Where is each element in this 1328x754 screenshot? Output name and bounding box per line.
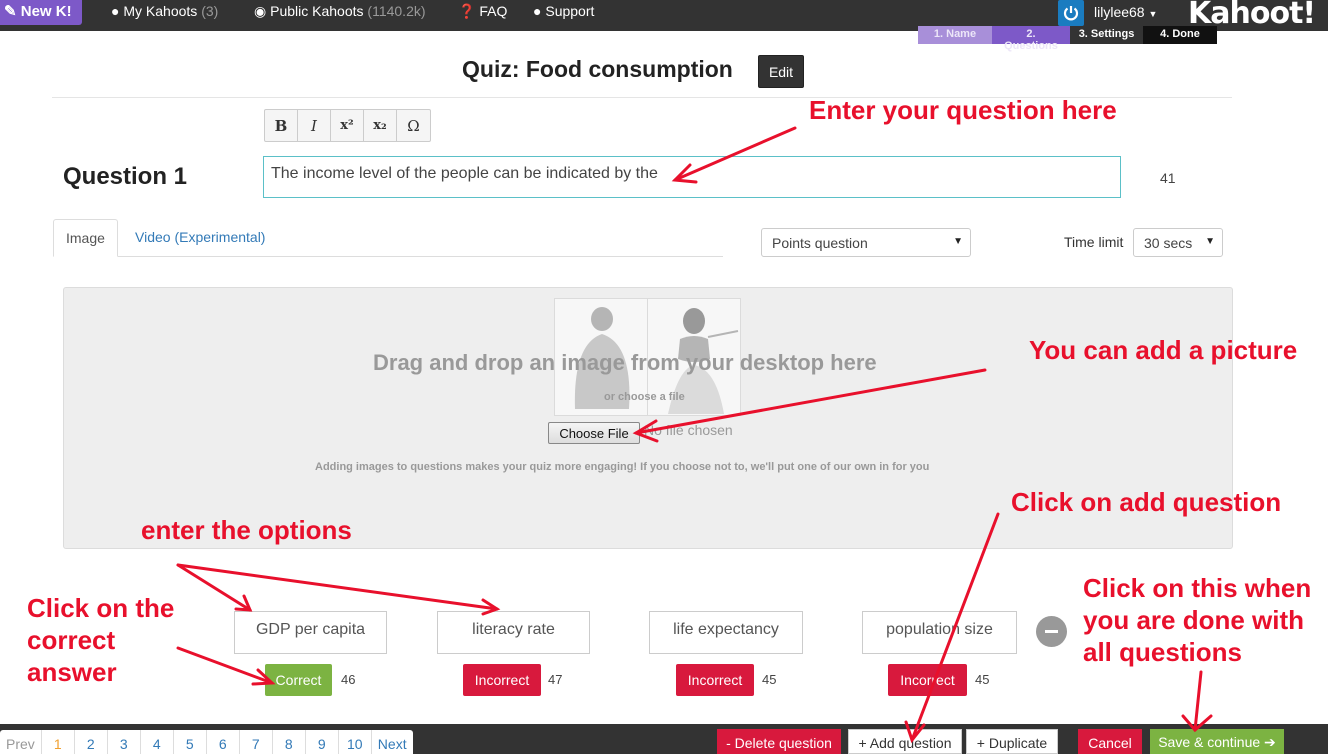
pager-page-3[interactable]: 3: [108, 730, 141, 754]
time-limit-select[interactable]: 30 secs ▼: [1133, 228, 1223, 257]
pager-page-7[interactable]: 7: [240, 730, 273, 754]
power-icon: [1063, 6, 1079, 21]
correct-toggle-1[interactable]: Correct: [265, 664, 332, 696]
annotation-add-question: Click on add question: [1011, 487, 1282, 517]
bold-button[interactable]: B: [265, 110, 298, 141]
minus-icon: [1045, 630, 1058, 633]
nav-my-kahoots-label: My Kahoots: [123, 3, 198, 19]
globe-icon: ◉: [254, 3, 267, 19]
user-icon: ●: [111, 3, 120, 19]
nav-public-kahoots-label: Public Kahoots: [270, 3, 364, 19]
pager-page-9[interactable]: 9: [306, 730, 339, 754]
pager-prev[interactable]: Prev: [0, 730, 42, 754]
pager-page-8[interactable]: 8: [273, 730, 306, 754]
nav-public-kahoots[interactable]: ◉ Public Kahoots (1140.2k): [254, 3, 426, 20]
nav-support[interactable]: ● Support: [533, 3, 594, 19]
annotation-done-line-1: Click on this when: [1083, 573, 1312, 603]
correct-toggle-4[interactable]: Incorrect: [888, 664, 967, 696]
answer-input-3[interactable]: life expectancy: [649, 611, 803, 654]
choose-file-button[interactable]: Choose File: [548, 422, 640, 444]
caret-down-icon: ▼: [1205, 236, 1215, 247]
pager-next[interactable]: Next: [372, 730, 413, 754]
special-char-button[interactable]: Ω: [397, 110, 430, 141]
answer-char-count-4: 45: [975, 672, 990, 687]
italic-button[interactable]: I: [298, 110, 331, 141]
delete-question-button[interactable]: - Delete question: [717, 729, 841, 754]
caret-down-icon: ▼: [953, 236, 963, 247]
duplicate-button[interactable]: + Duplicate: [966, 729, 1058, 754]
user-menu[interactable]: lilylee68 ▼: [1094, 4, 1157, 20]
nav-my-kahoots-count: (3): [201, 3, 219, 19]
pager-page-10[interactable]: 10: [339, 730, 372, 754]
answer-input-2[interactable]: literacy rate: [437, 611, 590, 654]
subscript-button[interactable]: x₂: [364, 110, 397, 141]
answer-char-count-2: 47: [548, 672, 563, 687]
annotation-correct-line-2: correct: [27, 625, 116, 655]
time-limit-value: 30 secs: [1144, 235, 1193, 251]
correct-toggle-2[interactable]: Incorrect: [463, 664, 541, 696]
annotation-done-line-3: all questions: [1083, 637, 1242, 667]
question-pager: Prev 1 2 3 4 5 6 7 8 9 10 Next: [0, 730, 413, 754]
tab-image[interactable]: Image: [53, 219, 118, 257]
pager-page-5[interactable]: 5: [174, 730, 207, 754]
username: lilylee68: [1094, 4, 1145, 20]
nav-my-kahoots[interactable]: ● My Kahoots (3): [111, 3, 218, 19]
question-char-count: 41: [1160, 170, 1176, 186]
annotation-enter-question: Enter your question here: [809, 95, 1117, 125]
question-label: Question 1: [63, 163, 188, 190]
quiz-title: Quiz: Food consumption: [462, 56, 733, 82]
edit-icon: ✎: [4, 3, 17, 20]
correct-toggle-3[interactable]: Incorrect: [676, 664, 754, 696]
remove-answer-button[interactable]: [1036, 616, 1067, 647]
time-limit-label: Time limit: [1064, 234, 1124, 250]
caret-down-icon: ▼: [1148, 9, 1158, 19]
dropzone-subtitle: or choose a file: [604, 391, 685, 403]
no-file-chosen-text: No file chosen: [644, 422, 733, 438]
cancel-button[interactable]: Cancel: [1078, 729, 1142, 754]
step-done[interactable]: 4. Done: [1143, 26, 1217, 44]
pager-page-2[interactable]: 2: [75, 730, 108, 754]
answer-input-1[interactable]: GDP per capita: [234, 611, 387, 654]
media-tabs: Image Video (Experimental): [53, 219, 723, 257]
dropzone-note: Adding images to questions makes your qu…: [315, 461, 930, 473]
annotation-done-line-2: you are done with: [1083, 605, 1305, 635]
step-questions[interactable]: 2. Questions: [992, 26, 1070, 52]
new-kahoot-label: New K!: [20, 3, 72, 20]
step-settings[interactable]: 3. Settings: [1070, 26, 1143, 44]
pager-page-6[interactable]: 6: [207, 730, 240, 754]
points-select[interactable]: Points question ▼: [761, 228, 971, 257]
annotation-enter-options: enter the options: [141, 515, 352, 545]
points-select-value: Points question: [772, 235, 868, 251]
question-input[interactable]: The income level of the people can be in…: [263, 156, 1121, 198]
question-circle-icon: ❓: [458, 3, 476, 19]
nav-public-kahoots-count: (1140.2k): [367, 3, 426, 19]
answer-char-count-1: 46: [341, 672, 356, 687]
power-button[interactable]: [1058, 0, 1084, 26]
pager-page-1[interactable]: 1: [42, 730, 75, 754]
add-question-button[interactable]: + Add question: [848, 729, 962, 754]
nav-faq[interactable]: ❓ FAQ: [458, 3, 507, 20]
dropzone-title: Drag and drop an image from your desktop…: [373, 350, 877, 375]
progress-steps: 1. Name 2. Questions 3. Settings 4. Done: [918, 26, 1217, 52]
nav-faq-label: FAQ: [479, 3, 508, 19]
annotation-correct-line-3: answer: [27, 657, 117, 687]
annotation-add-picture: You can add a picture: [1029, 335, 1298, 365]
edit-title-button[interactable]: Edit: [758, 55, 804, 88]
pager-page-4[interactable]: 4: [141, 730, 174, 754]
nav-support-label: Support: [545, 3, 595, 19]
annotation-correct-line-1: Click on the: [27, 593, 175, 623]
tab-video[interactable]: Video (Experimental): [123, 219, 277, 257]
chat-bubble-icon: ●: [533, 3, 542, 19]
answer-char-count-3: 45: [762, 672, 777, 687]
save-continue-button[interactable]: Save & continue ➔: [1150, 729, 1284, 754]
step-name[interactable]: 1. Name: [918, 26, 992, 44]
new-kahoot-button[interactable]: ✎ New K!: [0, 0, 82, 25]
answer-input-4[interactable]: population size: [862, 611, 1017, 654]
superscript-button[interactable]: x²: [331, 110, 364, 141]
format-toolbar: B I x² x₂ Ω: [264, 109, 431, 142]
